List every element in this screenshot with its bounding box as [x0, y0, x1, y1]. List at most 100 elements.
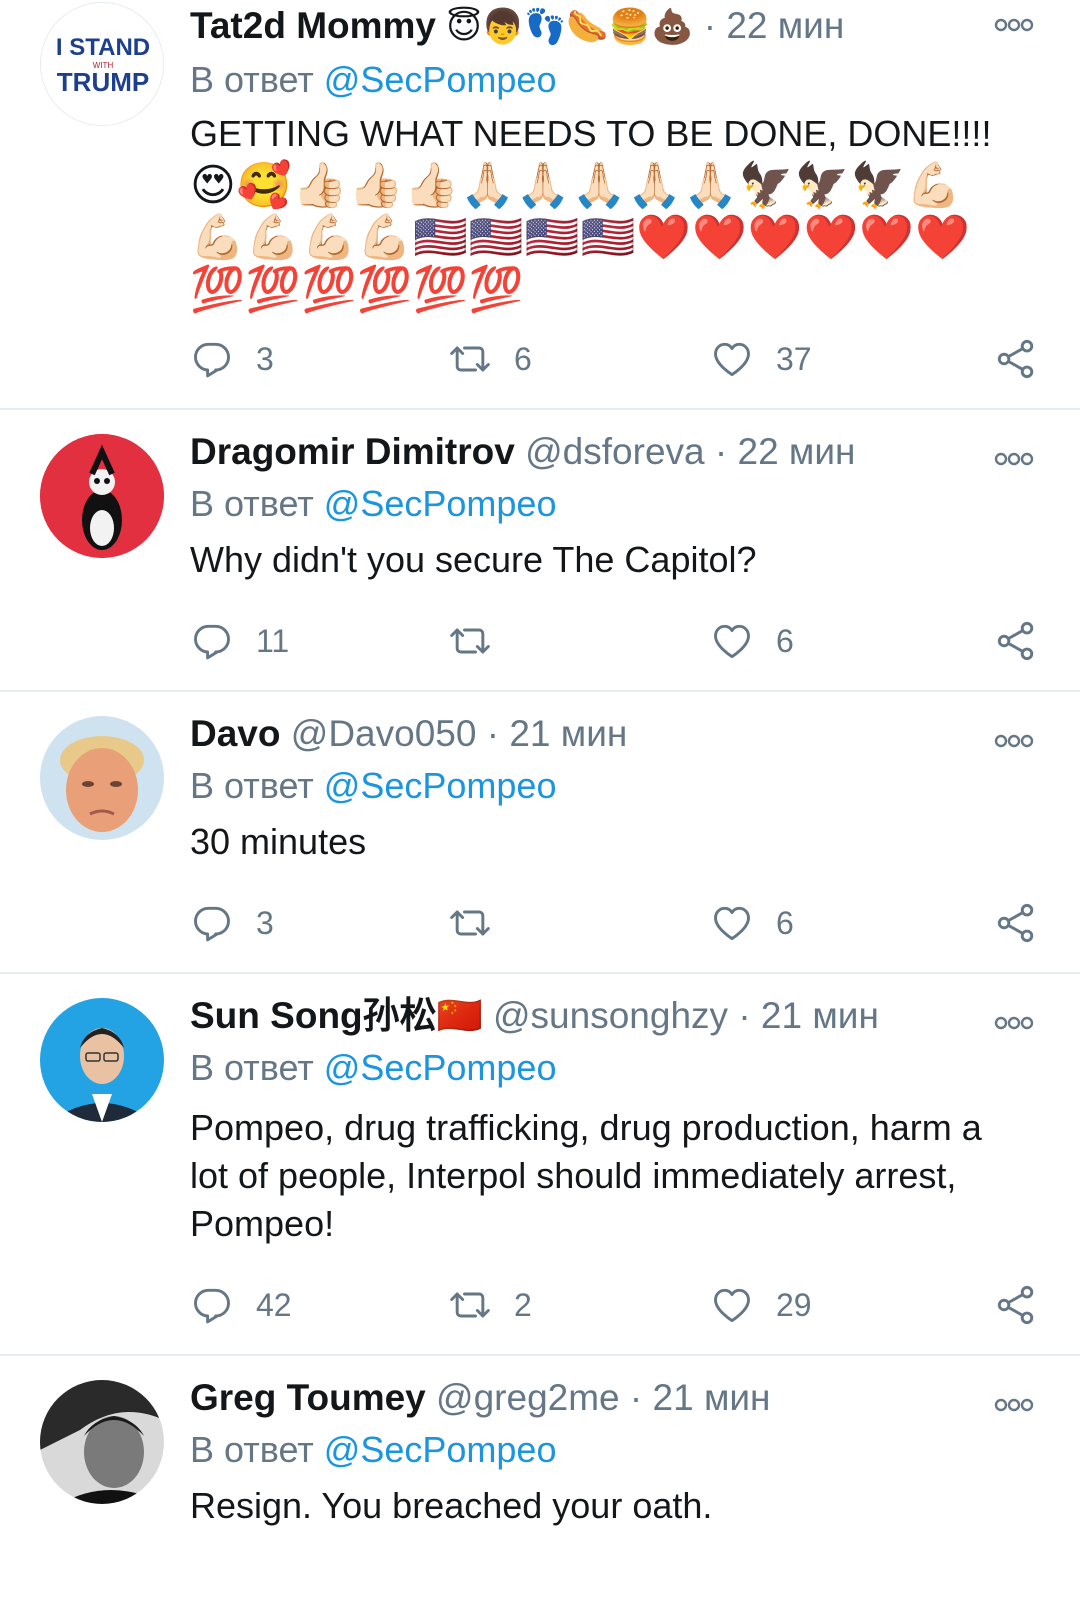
timestamp[interactable]: 22 мин [726, 5, 844, 46]
tweet-text: Why didn't you secure The Capitol? [190, 539, 757, 580]
retweet-button[interactable] [448, 898, 514, 948]
like-button[interactable]: 6 [710, 616, 794, 666]
avatar[interactable] [40, 434, 164, 558]
timestamp[interactable]: 21 мин [653, 1377, 771, 1418]
avatar[interactable]: I STAND WITH TRUMP [40, 2, 164, 126]
tweet-actions: 3 6 [190, 898, 1038, 948]
retweet-button[interactable]: 2 [448, 1280, 532, 1330]
display-name[interactable]: Tat2d Mommy [190, 5, 436, 46]
like-count: 29 [776, 1286, 812, 1323]
like-button[interactable]: 37 [710, 334, 812, 384]
reply-count: 42 [256, 1286, 292, 1323]
separator-dot: · [714, 431, 728, 472]
reply-context: В ответ @SecPompeo [190, 58, 556, 102]
tweet-emoji-text: 😍🥰👍🏻👍🏻👍🏻🙏🏻🙏🏻🙏🏻🙏🏻🙏🏻🦅🦅🦅💪🏻💪🏻💪🏻💪🏻💪🏻🇺🇸🇺🇸🇺🇸🇺🇸❤… [190, 161, 971, 314]
user-handle[interactable]: @sunsonghzy [493, 995, 728, 1036]
separator-dot: · [738, 995, 751, 1036]
reply-mention-link[interactable]: @SecPompeo [324, 1047, 557, 1088]
more-icon[interactable] [994, 1012, 1034, 1034]
tweet-header: Tat2d Mommy 😇👦👣🌭🍔💩 · 22 мин [190, 4, 950, 48]
tweet[interactable]: Davo @Davo050 · 21 мин В ответ @SecPompe… [0, 692, 1080, 974]
reply-mention-link[interactable]: @SecPompeo [324, 483, 557, 524]
share-icon [994, 1283, 1038, 1327]
avatar[interactable] [40, 998, 164, 1122]
tweet-header: Greg Toumey @greg2me · 21 мин [190, 1376, 950, 1420]
separator-dot: · [629, 1377, 643, 1418]
like-icon [710, 337, 754, 381]
reply-button[interactable]: 3 [190, 334, 274, 384]
display-name[interactable]: Greg Toumey [190, 1377, 426, 1418]
avatar-logo-text: I STAND [56, 34, 150, 61]
reply-prefix: В ответ [190, 483, 314, 524]
display-name[interactable]: Sun Song孙松🇨🇳 [190, 995, 483, 1036]
retweet-button[interactable] [448, 616, 514, 666]
tweet-header: Davo @Davo050 · 21 мин [190, 712, 950, 756]
reply-prefix: В ответ [190, 1047, 314, 1088]
tweet-actions: 11 6 [190, 616, 1038, 666]
reply-mention-link[interactable]: @SecPompeo [324, 765, 557, 806]
user-handle[interactable]: @dsforeva [525, 431, 704, 472]
more-icon[interactable] [994, 730, 1034, 752]
retweet-icon [448, 619, 492, 663]
name-emojis: 😇👦👣🌭🍔💩 [446, 8, 694, 46]
more-icon[interactable] [994, 1394, 1034, 1416]
tweet[interactable]: I STAND WITH TRUMP Tat2d Mommy 😇👦👣🌭🍔💩 · … [0, 0, 1080, 410]
reply-icon [190, 1283, 234, 1327]
tweet-text: Resign. You breached your oath. [190, 1485, 713, 1526]
reply-mention-link[interactable]: @SecPompeo [324, 1429, 557, 1470]
tweet[interactable]: Dragomir Dimitrov @dsforeva · 22 мин В о… [0, 410, 1080, 692]
share-button[interactable] [994, 334, 1038, 384]
more-icon[interactable] [994, 448, 1034, 470]
reply-prefix: В ответ [190, 1429, 314, 1470]
reply-count: 3 [256, 904, 274, 941]
user-handle[interactable]: @greg2me [436, 1377, 620, 1418]
reply-context: В ответ @SecPompeo [190, 764, 556, 808]
reply-count: 11 [256, 622, 290, 659]
reply-count: 3 [256, 340, 274, 377]
display-name[interactable]: Davo [190, 713, 280, 754]
reply-prefix: В ответ [190, 765, 314, 806]
like-icon [710, 901, 754, 945]
share-icon [994, 337, 1038, 381]
tweet-header: Sun Song孙松🇨🇳 @sunsonghzy · 21 мин [190, 994, 950, 1038]
user-handle[interactable]: @Davo050 [291, 713, 477, 754]
display-name[interactable]: Dragomir Dimitrov [190, 431, 515, 472]
avatar[interactable] [40, 1380, 164, 1504]
like-button[interactable]: 6 [710, 898, 794, 948]
retweet-icon [448, 337, 492, 381]
retweet-icon [448, 1283, 492, 1327]
tweet[interactable]: Greg Toumey @greg2me · 21 мин В ответ @S… [0, 1356, 1080, 1607]
like-count: 6 [776, 622, 794, 659]
share-icon [994, 619, 1038, 663]
reply-context: В ответ @SecPompeo [190, 482, 556, 526]
reply-prefix: В ответ [190, 59, 314, 100]
retweet-icon [448, 901, 492, 945]
timestamp[interactable]: 22 мин [738, 431, 856, 472]
tweet-actions: 3 6 37 [190, 334, 1038, 384]
reply-icon [190, 619, 234, 663]
reply-mention-link[interactable]: @SecPompeo [324, 59, 557, 100]
separator-dot: · [703, 5, 717, 46]
avatar[interactable] [40, 716, 164, 840]
timestamp[interactable]: 21 мин [761, 995, 879, 1036]
reply-button[interactable]: 11 [190, 616, 289, 666]
tweet[interactable]: Sun Song孙松🇨🇳 @sunsonghzy · 21 мин В отве… [0, 974, 1080, 1356]
separator-dot: · [486, 713, 500, 754]
share-button[interactable] [994, 1280, 1038, 1330]
like-count: 6 [776, 904, 794, 941]
more-icon[interactable] [994, 14, 1034, 36]
share-button[interactable] [994, 616, 1038, 666]
like-icon [710, 619, 754, 663]
avatar-logo-text: TRUMP [57, 67, 149, 97]
share-button[interactable] [994, 898, 1038, 948]
like-button[interactable]: 29 [710, 1280, 812, 1330]
reply-context: В ответ @SecPompeo [190, 1046, 556, 1090]
tweet-actions: 42 2 29 [190, 1280, 1038, 1330]
reply-button[interactable]: 42 [190, 1280, 292, 1330]
retweet-count: 2 [514, 1286, 532, 1323]
reply-icon [190, 901, 234, 945]
reply-button[interactable]: 3 [190, 898, 274, 948]
retweet-button[interactable]: 6 [448, 334, 532, 384]
retweet-count: 6 [514, 340, 532, 377]
timestamp[interactable]: 21 мин [509, 713, 627, 754]
